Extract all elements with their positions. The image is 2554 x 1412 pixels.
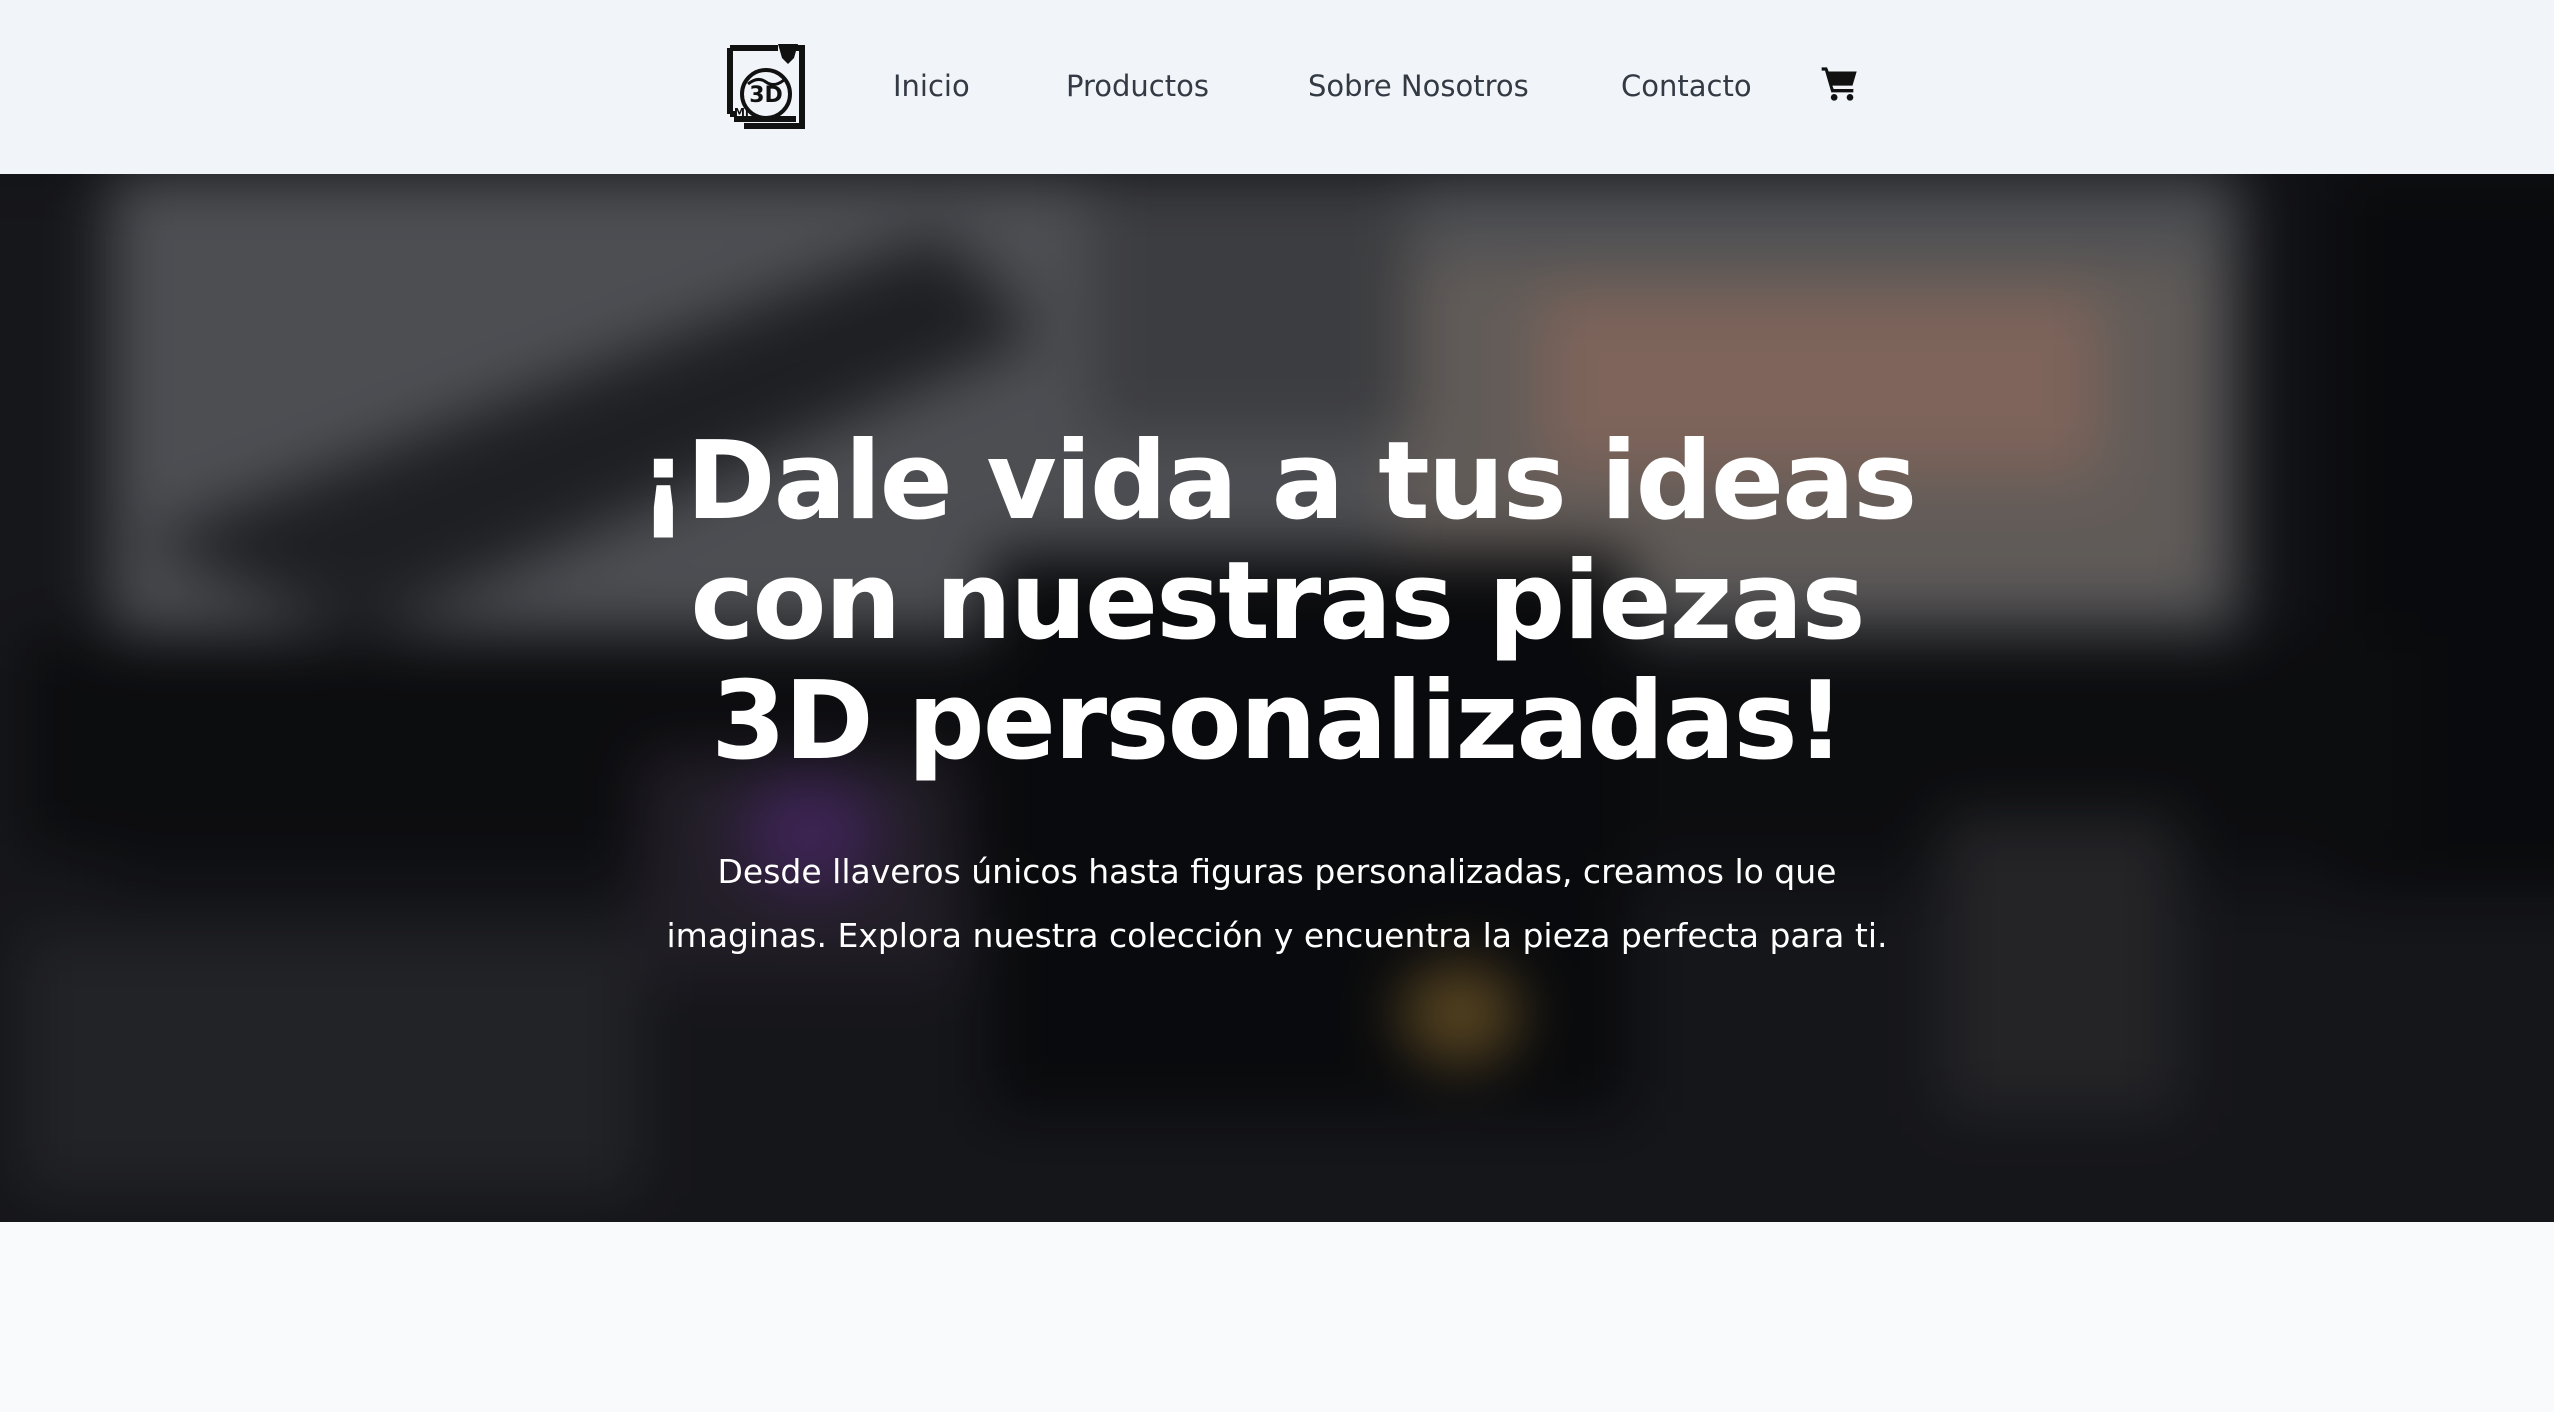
logo[interactable]: 3D Mi bbox=[726, 40, 806, 132]
hero-title: ¡Dale vida a tus ideas con nuestras piez… bbox=[577, 422, 1977, 782]
hero-section: ¡Dale vida a tus ideas con nuestras piez… bbox=[0, 174, 2554, 1222]
hero-subtitle-line-1: Desde llaveros únicos hasta figuras pers… bbox=[717, 852, 1837, 891]
content-section bbox=[0, 1222, 2554, 1412]
3d-printer-logo-icon: 3D Mi bbox=[727, 44, 805, 129]
navbar: 3D Mi Inicio Productos Sobre Nosotros Co… bbox=[0, 0, 2554, 174]
nav-link-productos[interactable]: Productos bbox=[1066, 66, 1209, 106]
cart-button[interactable] bbox=[1820, 64, 1860, 104]
shopping-cart-icon bbox=[1821, 67, 1857, 101]
nav-link-contacto[interactable]: Contacto bbox=[1621, 66, 1752, 106]
hero-title-line-1: ¡Dale vida a tus ideas bbox=[638, 419, 1917, 544]
nav-link-inicio[interactable]: Inicio bbox=[893, 66, 970, 106]
svg-text:3D: 3D bbox=[749, 83, 783, 108]
nav-link-sobre-nosotros[interactable]: Sobre Nosotros bbox=[1308, 66, 1529, 106]
hero-subtitle: Desde llaveros únicos hasta figuras pers… bbox=[600, 840, 1954, 968]
hero-subtitle-line-2: imaginas. Explora nuestra colección y en… bbox=[666, 916, 1888, 955]
svg-text:Mi: Mi bbox=[734, 106, 749, 119]
hero-title-line-2: con nuestras piezas bbox=[690, 539, 1865, 664]
hero-title-line-3: 3D personalizadas! bbox=[711, 659, 1845, 784]
